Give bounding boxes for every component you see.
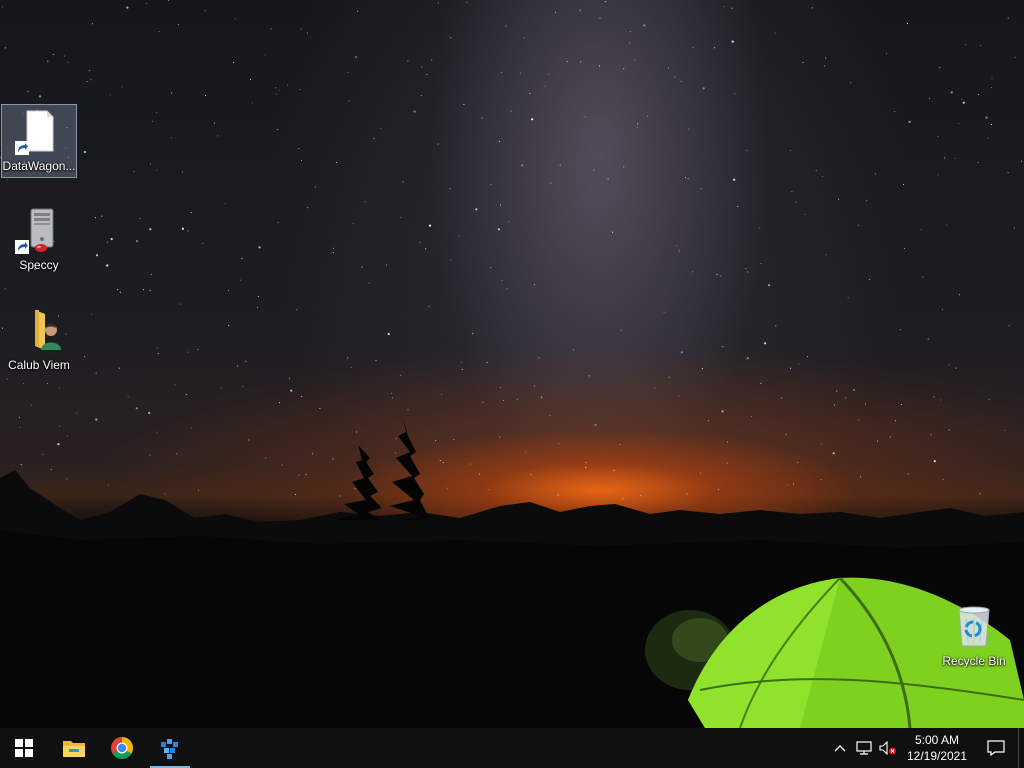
windows-start-icon [15, 739, 33, 757]
system-tray: 5:00 AM 12/19/2021 [828, 728, 1024, 768]
desktop-icon-recycle-bin[interactable]: Recycle Bin [936, 600, 1012, 672]
app-icon [161, 739, 178, 759]
blank-document-icon [15, 107, 63, 155]
shortcut-arrow-icon [15, 240, 29, 254]
desktop-icon-label: Recycle Bin [942, 654, 1006, 668]
notification-icon [987, 740, 1005, 756]
taskbar: 5:00 AM 12/19/2021 [0, 728, 1024, 768]
desktop-icon-label: Calub Viem [8, 358, 70, 372]
network-button[interactable] [852, 728, 876, 768]
recycle-bin-icon [950, 602, 998, 650]
taskbar-chrome[interactable] [98, 728, 146, 768]
desktop-icon-calub-viem[interactable]: Calub Viem [1, 304, 77, 376]
desktop-icon-speccy[interactable]: Speccy [1, 204, 77, 276]
volume-muted-icon [879, 741, 896, 755]
volume-button[interactable] [876, 728, 900, 768]
start-button[interactable] [0, 728, 48, 768]
desktop-icon-label: Speccy [19, 258, 59, 272]
show-hidden-icons-button[interactable] [828, 728, 852, 768]
desktop-icon-datawagon[interactable]: DataWagon... [1, 104, 77, 178]
desktop[interactable]: DataWagon... Speccy Calub Viem Recycle B… [0, 0, 1024, 728]
computer-tower-icon [15, 206, 63, 254]
chrome-icon [111, 737, 133, 759]
taskbar-active-app[interactable] [146, 728, 194, 768]
desktop-icon-label: DataWagon... [2, 159, 76, 173]
network-icon [856, 741, 872, 755]
taskbar-file-explorer[interactable] [50, 728, 98, 768]
chevron-up-icon [834, 745, 846, 752]
wallpaper-landscape [0, 415, 1024, 728]
show-desktop-button[interactable] [1018, 728, 1024, 768]
clock-date: 12/19/2021 [906, 749, 968, 763]
action-center-button[interactable] [974, 728, 1018, 768]
clock-time: 5:00 AM [914, 733, 960, 747]
shortcut-arrow-icon [15, 141, 29, 155]
user-folder-icon [15, 306, 63, 354]
taskbar-clock[interactable]: 5:00 AM 12/19/2021 [900, 728, 974, 768]
file-explorer-icon [63, 741, 85, 757]
